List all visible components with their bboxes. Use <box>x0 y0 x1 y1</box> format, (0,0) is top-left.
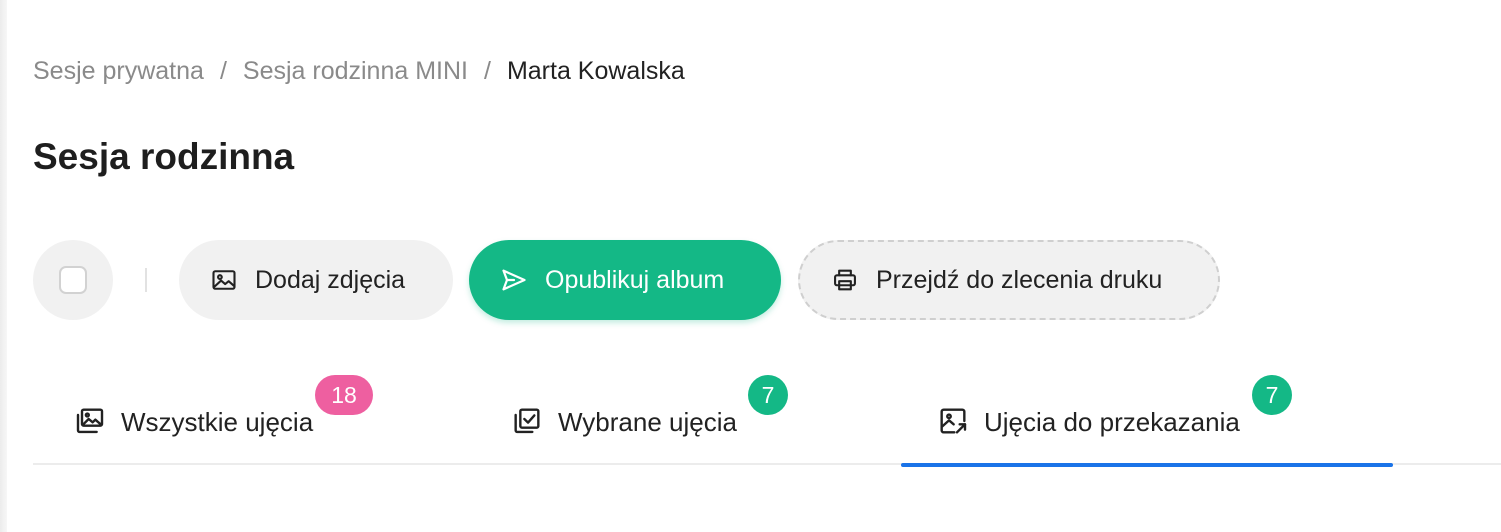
breadcrumb-separator: / <box>484 57 491 85</box>
add-photos-label: Dodaj zdjęcia <box>255 265 406 294</box>
printer-icon <box>830 265 860 295</box>
toolbar: Dodaj zdjęcia Opublikuj album Przejdź do… <box>0 240 1501 320</box>
breadcrumb: Sesje prywatna / Sesja rodzinna MINI / M… <box>33 55 685 87</box>
tab-shots-to-transfer-label: Ujęcia do przekazania <box>984 407 1240 437</box>
breadcrumb-separator: / <box>219 57 227 85</box>
tab-shots-to-transfer-content: Ujęcia do przekazania <box>936 375 1240 466</box>
active-tab-indicator <box>901 463 1393 467</box>
image-share-icon <box>936 404 970 438</box>
image-icon <box>209 265 239 295</box>
select-all-toggle[interactable] <box>33 240 113 320</box>
tab-selected-shots-label: Wybrane ujęcia <box>558 407 737 437</box>
selected-shots-count-badge: 7 <box>748 375 788 415</box>
tabs: Wszystkie ujęcia 18 Wybrane ujęcia 7 Uję… <box>33 375 1501 467</box>
toolbar-divider <box>145 268 147 292</box>
tab-all-shots-label: Wszystkie ujęcia <box>121 407 314 437</box>
all-shots-count-badge: 18 <box>315 375 373 415</box>
print-order-button[interactable]: Przejdź do zlecenia druku <box>798 240 1220 320</box>
tab-selected-shots[interactable]: Wybrane ujęcia <box>510 375 737 466</box>
add-photos-button[interactable]: Dodaj zdjęcia <box>179 240 453 320</box>
breadcrumb-item-session-type[interactable]: Sesja rodzinna MINI <box>243 55 468 87</box>
breadcrumb-item-sessions[interactable]: Sesje prywatna <box>33 55 204 87</box>
send-icon <box>499 265 529 295</box>
select-all-checkbox[interactable] <box>59 266 87 294</box>
tab-shots-to-transfer[interactable]: Ujęcia do przekazania <box>901 375 1393 467</box>
print-order-label: Przejdź do zlecenia druku <box>876 265 1163 294</box>
publish-album-button[interactable]: Opublikuj album <box>469 240 781 320</box>
publish-album-label: Opublikuj album <box>545 265 725 294</box>
photo-library-icon <box>73 404 107 438</box>
tab-all-shots[interactable]: Wszystkie ujęcia <box>73 375 313 466</box>
checked-library-icon <box>510 404 544 438</box>
breadcrumb-item-current: Marta Kowalska <box>506 57 685 85</box>
page-title: Sesja rodzinna <box>33 136 295 177</box>
transfer-shots-count-badge: 7 <box>1252 375 1292 415</box>
